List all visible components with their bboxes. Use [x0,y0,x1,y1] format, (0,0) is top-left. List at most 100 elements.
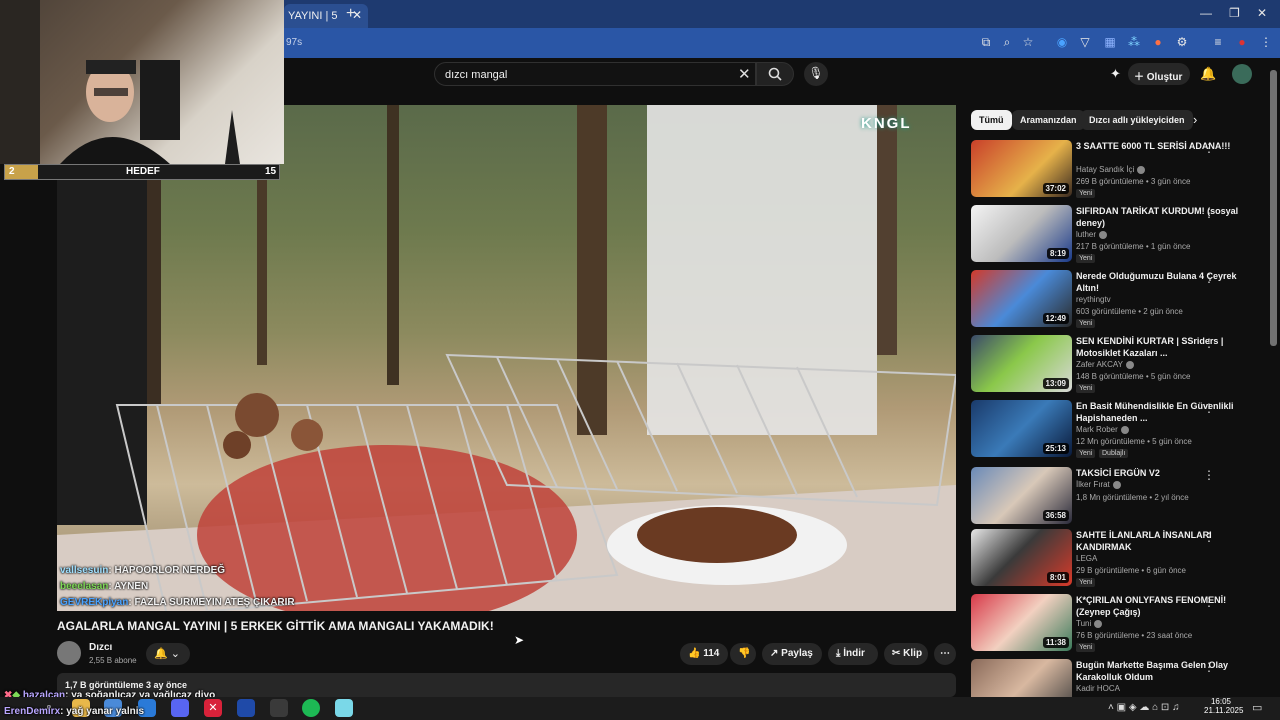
recommendation-title[interactable]: 3 SAATTE 6000 TL SERİSİ ADANA!!! [1076,140,1256,152]
voice-search-button[interactable]: 🎙 [804,62,828,86]
download-button[interactable]: ⤓ İndir [828,643,878,665]
chevron-right-icon[interactable]: › [1193,112,1197,127]
video-thumbnail[interactable]: 11:38 [971,594,1072,651]
recommendation-item[interactable]: 8:19 SIFIRDAN TARİKAT KURDUM! (sosyal de… [971,205,1267,265]
extension-icon[interactable]: ▽ [1077,35,1093,51]
recommendation-item[interactable]: 13:09 SEN KENDİNİ KURTAR | SSriders | Mo… [971,335,1267,395]
browser-tab[interactable]: YAYINI | 5 ✕ [284,4,368,28]
system-tray-icons[interactable]: ˄ ▣ ◈ ☁ ⌂ ⊡ ♫ [1108,702,1180,713]
recommendation-channel[interactable]: Tuni [1076,619,1103,628]
recommendation-title[interactable]: En Basit Mühendislikle En Güvenlikli Hap… [1076,400,1256,424]
video-thumbnail[interactable]: 13:09 [971,335,1072,392]
taskbar-clock[interactable]: 16:05 21.11.2025 [1204,697,1244,715]
restore-icon[interactable]: ❐ [1229,6,1240,20]
video-thumbnail[interactable]: 8:19 [971,205,1072,262]
recommendation-title[interactable]: SIFIRDAN TARİKAT KURDUM! (sosyal deney) [1076,205,1256,229]
media-control-icon[interactable]: ≡ [1210,35,1226,51]
recommendation-item[interactable]: 37:02 3 SAATTE 6000 TL SERİSİ ADANA!!! H… [971,140,1267,200]
like-button[interactable]: 👍 114 [680,643,728,665]
recommendation-title[interactable]: Bugün Markette Başıma Gelen Olay Karakol… [1076,659,1256,683]
spotify-icon[interactable] [302,699,320,717]
obs-icon[interactable] [270,699,288,717]
more-options-icon[interactable]: ⋮ [1203,401,1215,415]
url-text[interactable]: 97s [286,37,302,48]
recommendation-item[interactable]: 12:49 Nerede Olduğumuzu Bulana 4 Çeyrek … [971,270,1267,330]
recommendation-title[interactable]: K*ÇIRILAN ONLYFANS FENOMENİ! (Zeynep Çağ… [1076,594,1256,618]
recommendation-channel[interactable]: reythingtv [1076,295,1111,304]
notifications-bell-icon[interactable]: 🔔 [1200,66,1216,82]
channel-name[interactable]: Dızcı [89,642,112,653]
gemini-sparkle-icon[interactable]: ✦ [1110,66,1121,82]
subscription-bell-button[interactable]: 🔔 ⌄ [146,643,190,665]
video-thumbnail[interactable] [971,659,1072,697]
recommendation-channel[interactable]: LEGA [1076,554,1097,563]
more-options-icon[interactable]: ⋮ [1203,141,1215,155]
mouse-cursor-icon: ➤ [514,633,525,647]
app-icon[interactable] [335,699,353,717]
clear-search-icon[interactable]: ✕ [738,65,751,83]
channel-avatar[interactable] [57,641,81,665]
translate-icon[interactable]: ⁂ [1126,35,1142,51]
notification-icon[interactable]: ▭ [1252,701,1262,714]
recommendation-channel[interactable]: Hatay Sandık İçi [1076,165,1146,174]
more-options-icon[interactable]: ⋮ [1203,271,1215,285]
clip-button[interactable]: ✂ Klip [884,643,928,665]
recommendation-channel[interactable]: Kadir HOCA [1076,684,1120,693]
chip-all[interactable]: Tümü [971,110,1012,130]
chip-from-uploader[interactable]: Dızcı adlı yükleyiciden [1081,110,1193,130]
clock-date: 21.11.2025 [1204,706,1244,715]
scrollbar[interactable] [1270,70,1277,346]
recommendation-channel[interactable]: Zafer AKCAY [1076,360,1134,369]
install-icon[interactable]: ⧉ [978,35,994,51]
zoom-icon[interactable]: ⌕ [999,35,1015,51]
profile-avatar-icon[interactable]: ● [1234,35,1250,51]
more-actions-button[interactable]: ⋯ [934,643,956,665]
video-thumbnail[interactable]: 25:13 [971,400,1072,457]
new-tab-button[interactable]: + [346,5,355,23]
dislike-button[interactable]: 👎 [730,643,756,665]
video-thumbnail[interactable]: 37:02 [971,140,1072,197]
discord-icon[interactable] [171,699,189,717]
share-button[interactable]: ↗ Paylaş [762,643,822,665]
search-input[interactable]: dızcı mangal [434,62,756,86]
chip-from-search[interactable]: Aramanızdan [1012,110,1085,130]
more-options-icon[interactable]: ⋮ [1203,530,1215,544]
more-options-icon[interactable]: ⋮ [1203,660,1215,674]
chrome-active-icon[interactable] [237,699,255,717]
recommendation-item[interactable]: 8:01 SAHTE İLANLARLA İNSANLARI KANDIRMAK… [971,529,1267,589]
more-options-icon[interactable]: ⋮ [1203,595,1215,609]
recommendation-item[interactable]: 11:38 K*ÇIRILAN ONLYFANS FENOMENİ! (Zeyn… [971,594,1267,654]
create-button[interactable]: ＋ Oluştur [1128,63,1190,85]
more-options-icon[interactable]: ⋮ [1203,468,1215,482]
recommendation-title[interactable]: TAKSİCİ ERGÜN V2 [1076,467,1256,479]
recommendation-item[interactable]: Bugün Markette Başıma Gelen Olay Karakol… [971,659,1267,697]
video-thumbnail[interactable]: 12:49 [971,270,1072,327]
close-app-icon[interactable]: ✕ [204,699,222,717]
recommendation-item[interactable]: 36:58 TAKSİCİ ERGÜN V2 İlker Fırat 1,8 M… [971,467,1267,527]
recommendation-meta: 12 Mn görüntüleme • 5 gün önce [1076,437,1192,446]
recommendation-channel[interactable]: İlker Fırat [1076,480,1121,489]
minimize-icon[interactable]: — [1200,6,1212,20]
browser-menu-icon[interactable]: ⋮ [1258,35,1274,51]
recommendation-item[interactable]: 25:13 En Basit Mühendislikle En Güvenlik… [971,400,1267,460]
recommendation-channel[interactable]: Mark Rober [1076,425,1129,434]
extension-icon[interactable]: ● [1150,35,1166,51]
video-thumbnail[interactable]: 36:58 [971,467,1072,524]
chat-user: ErenDemirx [4,706,61,717]
more-options-icon[interactable]: ⋮ [1203,206,1215,220]
recommendation-channel[interactable]: luther [1076,230,1108,239]
more-options-icon[interactable]: ⋮ [1203,336,1215,350]
bookmark-star-icon[interactable]: ☆ [1020,35,1036,51]
video-player[interactable]: KNGL [57,105,956,611]
search-button[interactable] [756,62,794,86]
recommendation-title[interactable]: Nerede Olduğumuzu Bulana 4 Çeyrek Altın! [1076,270,1256,294]
recommendation-title[interactable]: SEN KENDİNİ KURTAR | SSriders | Motosikl… [1076,335,1256,359]
recommendation-title[interactable]: SAHTE İLANLARLA İNSANLARI KANDIRMAK [1076,529,1256,553]
extension-icon[interactable]: ▦ [1102,35,1118,51]
video-thumbnail[interactable]: 8:01 [971,529,1072,586]
puzzle-icon[interactable]: ⚙ [1174,35,1190,51]
account-avatar[interactable] [1232,64,1252,84]
close-window-icon[interactable]: ✕ [1257,6,1267,20]
more-icon: ⋯ [940,648,950,659]
extension-icon[interactable]: ◉ [1054,35,1070,51]
